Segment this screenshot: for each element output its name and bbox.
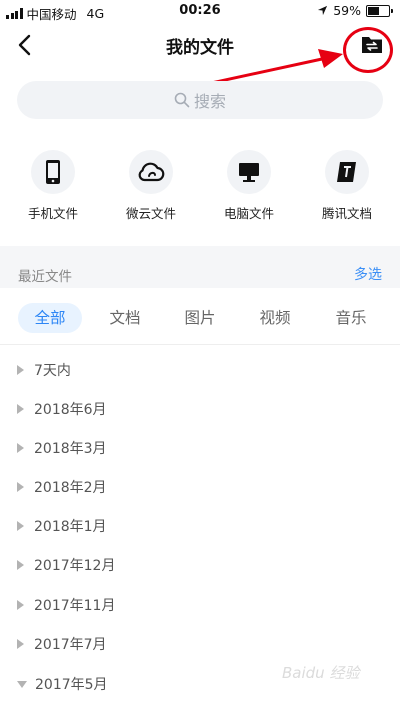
list-item[interactable]: 2017年11月: [17, 593, 115, 617]
expand-arrow-icon: [17, 404, 24, 414]
search-bar[interactable]: 搜索: [17, 81, 383, 119]
collapse-arrow-icon: [17, 680, 27, 688]
section-divider: [0, 246, 400, 256]
quick-entry-computer-files[interactable]: 电脑文件: [209, 150, 289, 222]
list-item[interactable]: 2018年6月: [17, 397, 107, 421]
search-icon: [174, 92, 190, 108]
quick-entry-weiyun-files[interactable]: 微云文件: [111, 150, 191, 222]
cloud-icon: [138, 162, 165, 182]
expand-arrow-icon: [17, 521, 24, 531]
monitor-icon: [239, 163, 259, 182]
list-item[interactable]: 2017年5月: [17, 672, 108, 696]
quick-entry-label: 腾讯文档: [321, 206, 372, 221]
expand-arrow-icon: [17, 560, 24, 570]
quick-entry-phone-files[interactable]: 手机文件: [13, 150, 93, 222]
list-item[interactable]: 2017年12月: [17, 553, 115, 577]
expand-arrow-icon: [17, 365, 24, 375]
group-label: 2017年11月: [34, 598, 116, 614]
group-label: 7天内: [34, 363, 71, 379]
tabs-divider: [0, 344, 400, 345]
expand-arrow-icon: [17, 482, 24, 492]
tencent-docs-icon: [337, 162, 356, 182]
quick-entry-tencent-docs[interactable]: 腾讯文档: [307, 150, 387, 222]
recent-files-title: 最近文件: [18, 269, 72, 285]
search-placeholder: 搜索: [193, 92, 226, 111]
multi-select-button[interactable]: 多选: [354, 264, 382, 284]
phone-icon: [46, 160, 60, 184]
group-label: 2018年2月: [34, 480, 107, 496]
group-label: 2018年6月: [34, 402, 107, 418]
file-type-tabs: 全部 文档 图片 视频 音乐: [0, 296, 400, 340]
list-item[interactable]: 2018年3月: [17, 436, 107, 460]
watermark: Baidu 经验: [282, 664, 360, 682]
tab-all[interactable]: 全部: [18, 303, 82, 333]
group-label: 2017年12月: [34, 558, 116, 574]
quick-entry-label: 手机文件: [27, 206, 78, 221]
group-label: 2018年1月: [34, 519, 107, 535]
expand-arrow-icon: [17, 600, 24, 610]
group-label: 2017年5月: [35, 677, 108, 693]
list-item[interactable]: 2018年2月: [17, 475, 107, 499]
quick-entry-label: 微云文件: [125, 206, 176, 221]
recent-files-header: 最近文件 多选: [0, 256, 400, 288]
list-item[interactable]: 2017年7月: [17, 632, 107, 656]
tab-documents[interactable]: 文档: [100, 303, 150, 333]
expand-arrow-icon: [17, 443, 24, 453]
list-item[interactable]: 2018年1月: [17, 514, 107, 538]
group-label: 2017年7月: [34, 637, 107, 653]
tab-videos[interactable]: 视频: [250, 303, 300, 333]
expand-arrow-icon: [17, 639, 24, 649]
tab-music[interactable]: 音乐: [326, 303, 376, 333]
quick-entry-label: 电脑文件: [223, 206, 274, 221]
group-label: 2018年3月: [34, 441, 107, 457]
list-item[interactable]: 7天内: [17, 358, 71, 382]
tab-images[interactable]: 图片: [175, 303, 225, 333]
